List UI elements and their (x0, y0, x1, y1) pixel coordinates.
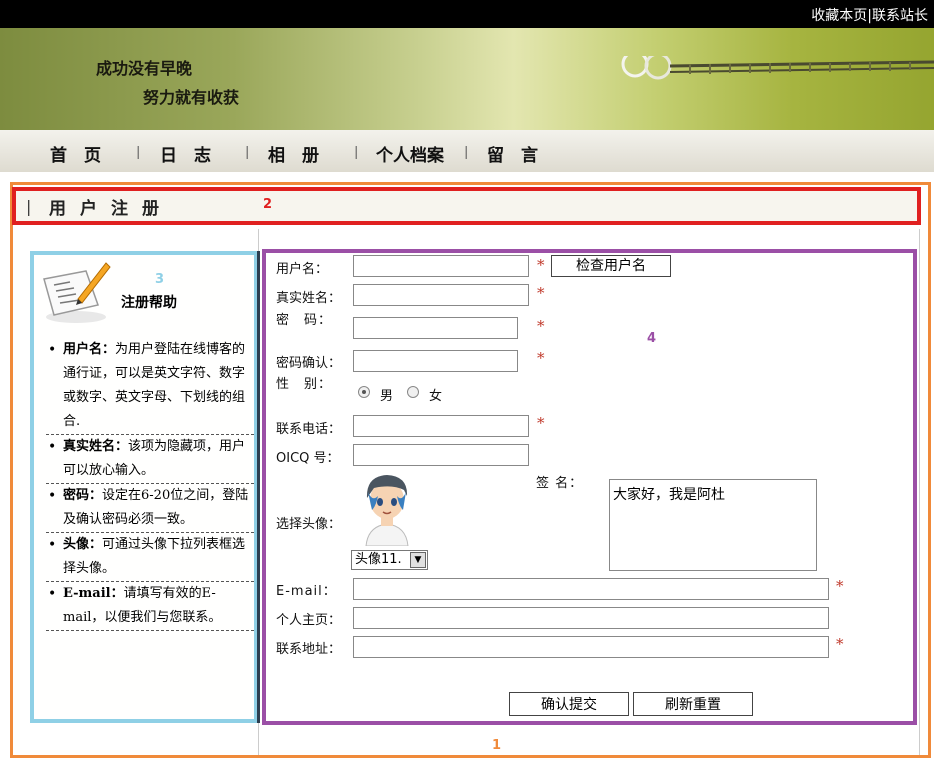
contact-link[interactable]: 联系站长 (872, 8, 928, 24)
username-input[interactable] (353, 255, 529, 277)
help-item-email: E-mail：请填写有效的E-mail，以便我们与您联系。 (46, 582, 254, 631)
region-number-4: 4 (647, 331, 657, 346)
homepage-input[interactable] (353, 607, 829, 629)
avatar-select[interactable]: 头像11. ▼ (351, 550, 428, 570)
region-number-1: 1 (492, 738, 502, 753)
gender-female-label: 女 (429, 389, 443, 404)
slogan-line-2: 努力就有收获 (143, 88, 240, 107)
oicq-label: OICQ 号： (276, 451, 340, 466)
help-item-avatar: 头像：可通过头像下拉列表框选择头像。 (46, 533, 254, 582)
help-term: 真实姓名： (63, 439, 129, 454)
railway-decoration (621, 56, 934, 80)
header-banner: 成功没有早晚 努力就有收获 (0, 28, 934, 130)
panel-divider (257, 251, 260, 723)
required-mark: * (537, 414, 545, 432)
required-mark: * (836, 577, 844, 595)
phone-input[interactable] (353, 415, 529, 437)
nav-separator: | (464, 145, 469, 160)
avatar-preview-image (365, 475, 409, 546)
region-section-header: | 用户注册 (12, 187, 921, 225)
top-bar: 收藏本页|联系站长 (0, 0, 934, 28)
nav-item-home[interactable]: 首 页 (50, 141, 101, 166)
help-notepad-icon (43, 262, 111, 323)
chevron-down-icon[interactable]: ▼ (410, 552, 426, 568)
nav-item-album[interactable]: 相 册 (268, 141, 319, 166)
help-list: 用户名：为用户登陆在线博客的通行证，可以是英文字符、数字或数字、英文字母、下划线… (46, 338, 254, 631)
nav-separator: | (136, 145, 141, 160)
help-term: 用户名： (63, 342, 116, 357)
signature-label: 签 名： (536, 476, 584, 491)
nav-item-guestbook[interactable]: 留 言 (487, 141, 538, 166)
gender-male-label: 男 (380, 389, 394, 404)
reset-button[interactable]: 刷新重置 (633, 692, 753, 716)
gender-label: 性 别： (276, 377, 333, 392)
email-label: E-mail： (276, 584, 337, 599)
nav-item-profile[interactable]: 个人档案 (376, 141, 444, 166)
avatar-label: 选择头像： (276, 517, 342, 532)
address-input[interactable] (353, 636, 829, 658)
gender-female-radio[interactable] (407, 386, 419, 398)
slogan-line-1: 成功没有早晚 (96, 59, 193, 78)
required-mark: * (836, 635, 844, 653)
homepage-label: 个人主页： (276, 613, 342, 628)
password-input[interactable] (353, 317, 518, 339)
nav-separator: | (354, 145, 359, 160)
realname-input[interactable] (353, 284, 529, 306)
section-bar: | (26, 197, 32, 216)
page-title: 用户注册 (49, 199, 173, 219)
nav-item-blog[interactable]: 日 志 (160, 141, 211, 166)
help-title: 注册帮助 (121, 295, 177, 311)
help-term: 头像： (63, 537, 103, 552)
realname-label: 真实姓名： (276, 291, 342, 306)
help-item-realname: 真实姓名：该项为隐藏项，用户可以放心输入。 (46, 435, 254, 484)
email-input[interactable] (353, 578, 829, 600)
required-mark: * (537, 349, 545, 367)
region-number-2: 2 (263, 197, 273, 212)
help-term: 密码： (63, 488, 103, 503)
phone-label: 联系电话： (276, 422, 342, 437)
submit-button[interactable]: 确认提交 (509, 692, 629, 716)
required-mark: * (537, 284, 545, 302)
username-label: 用户名： (276, 262, 329, 277)
help-term: E-mail： (63, 586, 124, 601)
region-number-3: 3 (155, 272, 165, 287)
required-mark: * (537, 317, 545, 335)
bookmark-link[interactable]: 收藏本页 (811, 8, 867, 24)
main-nav: 首 页 | 日 志 | 相 册 | 个人档案 | 留 言 (0, 130, 934, 172)
password-label: 密 码： (276, 313, 333, 328)
confirm-password-input[interactable] (353, 350, 518, 372)
required-mark: * (537, 256, 545, 274)
signature-textarea[interactable]: 大家好，我是阿杜 (609, 479, 817, 571)
oicq-input[interactable] (353, 444, 529, 466)
check-username-button[interactable]: 检查用户名 (551, 255, 671, 277)
address-label: 联系地址： (276, 642, 342, 657)
nav-separator: | (245, 145, 250, 160)
help-item-username: 用户名：为用户登陆在线博客的通行证，可以是英文字符、数字或数字、英文字母、下划线… (46, 338, 254, 435)
avatar-select-value: 头像11. (355, 552, 402, 567)
top-links: 收藏本页|联系站长 (811, 5, 928, 25)
confirm-password-label: 密码确认： (276, 356, 342, 371)
help-item-password: 密码：设定在6-20位之间，登陆及确认密码必须一致。 (46, 484, 254, 533)
gender-male-radio[interactable] (358, 386, 370, 398)
